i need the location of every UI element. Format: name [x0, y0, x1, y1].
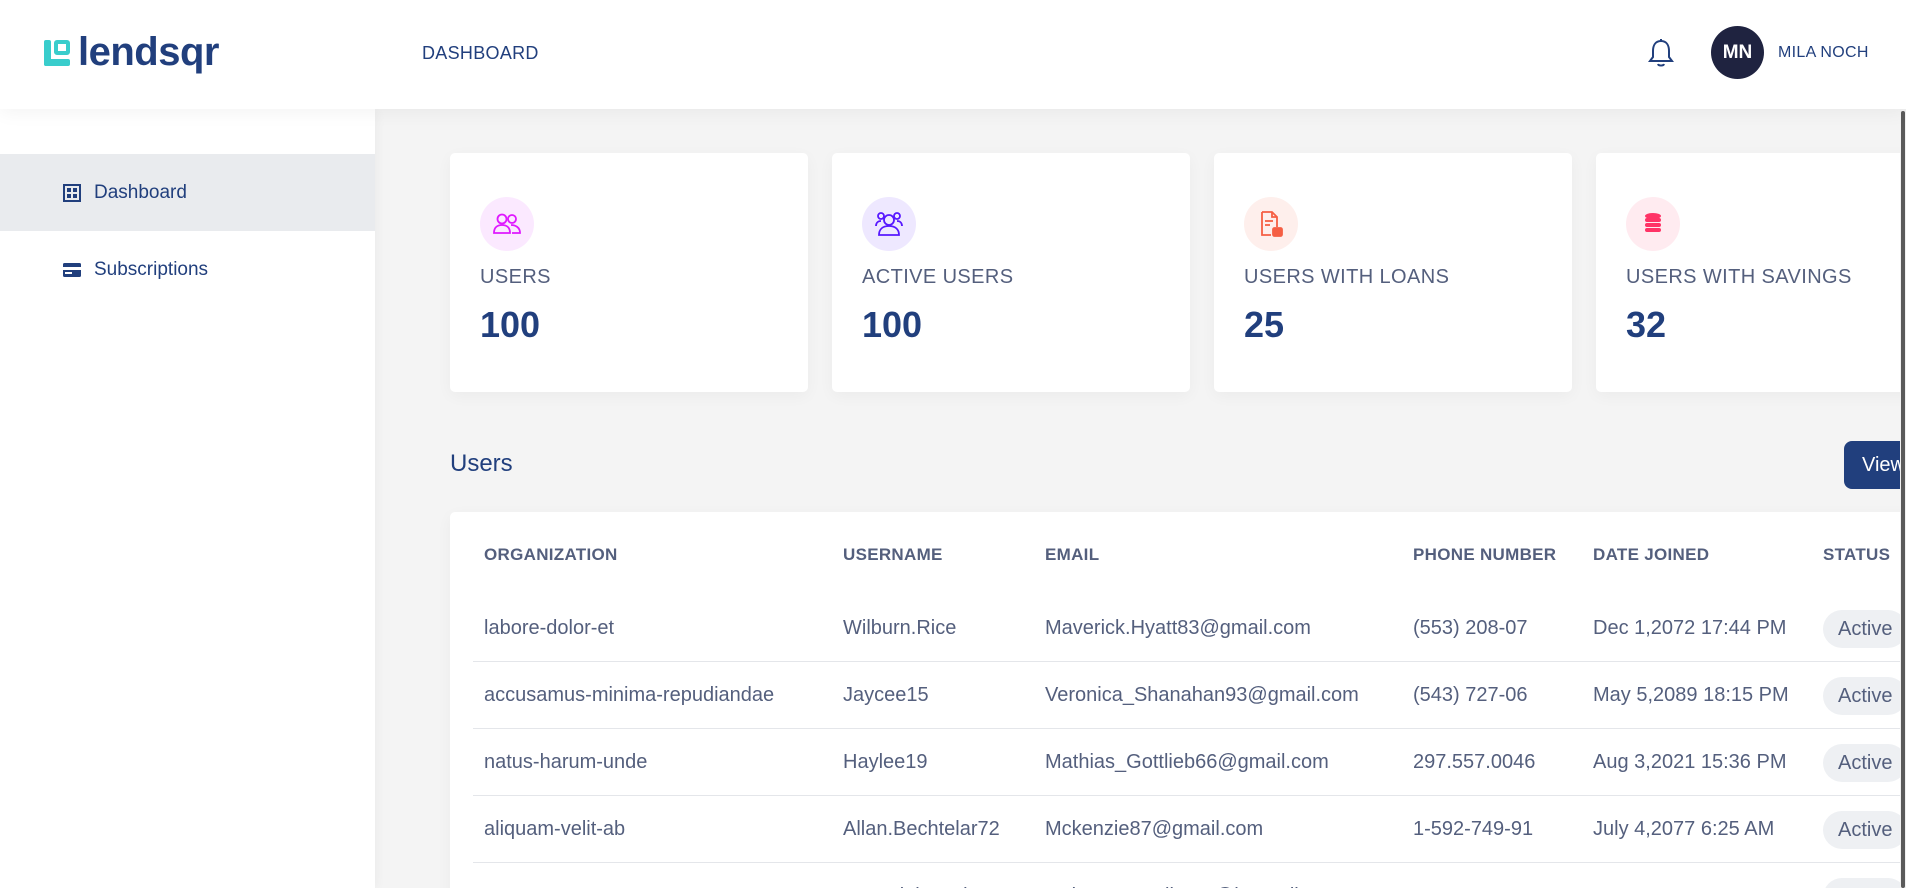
cell-email: Mckenna_Muller31@hotmail.com	[1045, 863, 1342, 888]
cell-phone: (543) 727-06	[1413, 684, 1528, 706]
cell-username: Ezequiel_Harber	[843, 863, 992, 888]
cell-organization: labore-dolor-et	[484, 617, 615, 639]
page-title[interactable]: DASHBOARD	[422, 43, 539, 64]
sidebar-item-subscriptions[interactable]: Subscriptions	[0, 231, 375, 308]
cell-date-joined: Aug 3,2021 15:36 PM	[1593, 751, 1787, 773]
table-row[interactable]: quas-et-ut Ezequiel_Harber Mckenna_Mulle…	[473, 863, 1906, 888]
cell-phone: 297.557.0046	[1413, 751, 1536, 773]
grid-icon	[62, 183, 82, 203]
stat-card-users-with-savings: USERS WITH SAVINGS 32	[1596, 153, 1906, 392]
users-section-title: Users	[450, 450, 513, 477]
cell-date-joined: Nov 2,1993 2:12 AM	[1593, 863, 1774, 888]
user-name[interactable]: MILA NOCH	[1778, 44, 1869, 62]
column-header-phone-number[interactable]: PHONE NUMBER	[1413, 545, 1556, 565]
card-label: USERS	[480, 266, 551, 288]
column-header-status[interactable]: STATUS	[1823, 545, 1890, 565]
status-badge: Active	[1823, 744, 1906, 782]
status-badge: Active	[1823, 878, 1906, 888]
sidebar-item-label: Dashboard	[94, 181, 187, 203]
lendsqr-logo[interactable]: lendsqr	[44, 32, 219, 72]
coins-icon	[1626, 197, 1680, 251]
sidebar-item-dashboard[interactable]: Dashboard	[0, 154, 375, 231]
cell-email: Maverick.Hyatt83@gmail.com	[1045, 617, 1311, 639]
view-users-button[interactable]: View	[1844, 441, 1906, 489]
card-label: ACTIVE USERS	[862, 266, 1014, 288]
bell-icon[interactable]	[1644, 36, 1678, 70]
loan-document-icon	[1244, 197, 1298, 251]
table-row[interactable]: accusamus-minima-repudiandae Jaycee15 Ve…	[473, 662, 1906, 729]
cell-username: Jaycee15	[843, 684, 929, 706]
page-scrollbar-thumb[interactable]	[1901, 111, 1905, 888]
column-header-username[interactable]: USERNAME	[843, 545, 943, 565]
column-header-organization[interactable]: ORGANIZATION	[484, 545, 618, 565]
stat-card-users: USERS 100	[450, 153, 808, 392]
cell-username: Allan.Bechtelar72	[843, 818, 1000, 840]
logo-text: lendsqr	[78, 30, 219, 74]
top-header: lendsqr DASHBOARD MN MILA NOCH	[0, 0, 1906, 109]
card-label: USERS WITH SAVINGS	[1626, 266, 1852, 288]
avatar[interactable]: MN	[1711, 26, 1764, 79]
column-header-date-joined[interactable]: DATE JOINED	[1593, 545, 1709, 565]
card-value: 100	[862, 304, 923, 345]
table-row[interactable]: labore-dolor-et Wilburn.Rice Maverick.Hy…	[473, 595, 1906, 662]
table-row[interactable]: aliquam-velit-ab Allan.Bechtelar72 Mcken…	[473, 796, 1906, 863]
cell-email: Veronica_Shanahan93@gmail.com	[1045, 684, 1359, 706]
cell-username: Wilburn.Rice	[843, 617, 957, 639]
cell-phone: 1-992-532-31	[1413, 863, 1533, 888]
status-badge: Active	[1823, 610, 1906, 648]
cell-date-joined: May 5,2089 18:15 PM	[1593, 684, 1789, 706]
cell-organization: natus-harum-unde	[484, 751, 648, 773]
column-header-email[interactable]: EMAIL	[1045, 545, 1099, 565]
cell-email: Mckenzie87@gmail.com	[1045, 818, 1264, 840]
cell-phone: 1-592-749-91	[1413, 818, 1534, 840]
cell-phone: (553) 208-07	[1413, 617, 1528, 639]
cell-organization: accusamus-minima-repudiandae	[484, 684, 775, 706]
cell-organization: aliquam-velit-ab	[484, 818, 626, 840]
users-icon	[480, 197, 534, 251]
users-table: ORGANIZATION USERNAME EMAIL PHONE NUMBER…	[450, 512, 1906, 888]
status-badge: Active	[1823, 677, 1906, 715]
stat-card-users-with-loans: USERS WITH LOANS 25	[1214, 153, 1572, 392]
active-users-icon	[862, 197, 916, 251]
logo-mark-icon	[44, 38, 72, 66]
card-value: 100	[480, 304, 541, 345]
cell-date-joined: July 4,2077 6:25 AM	[1593, 818, 1775, 840]
cell-username: Haylee19	[843, 751, 928, 773]
card-value: 32	[1626, 304, 1667, 345]
sidebar-item-label: Subscriptions	[94, 258, 209, 280]
cell-email: Mathias_Gottlieb66@gmail.com	[1045, 751, 1329, 773]
stat-card-active-users: ACTIVE USERS 100	[832, 153, 1190, 392]
card-label: USERS WITH LOANS	[1244, 266, 1450, 288]
sidebar: Dashboard Subscriptions	[0, 109, 375, 888]
card-value: 25	[1244, 304, 1285, 345]
card-icon	[62, 260, 82, 280]
status-badge: Active	[1823, 811, 1906, 849]
table-row[interactable]: natus-harum-unde Haylee19 Mathias_Gottli…	[473, 729, 1906, 796]
cell-date-joined: Dec 1,2072 17:44 PM	[1593, 617, 1787, 639]
cell-organization: quas-et-ut	[484, 863, 574, 888]
